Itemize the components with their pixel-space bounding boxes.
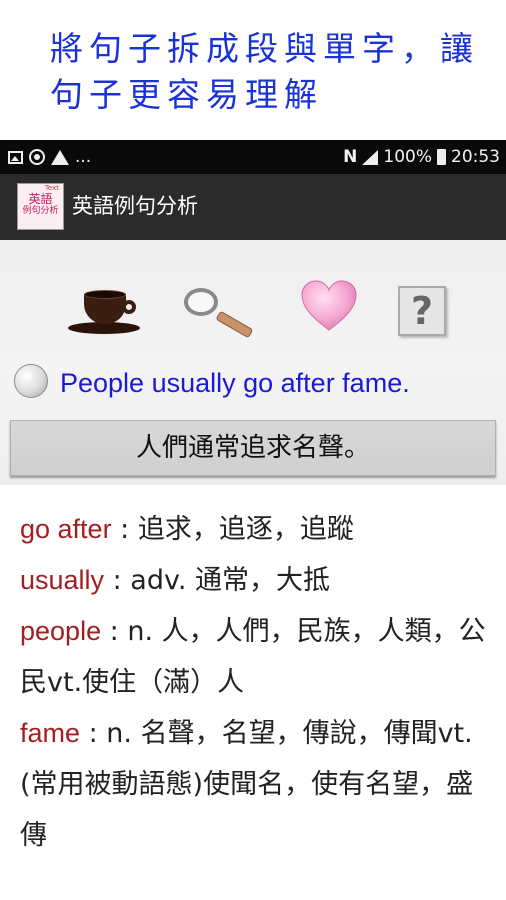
translation-button[interactable]: 人們通常追求名聲。 [10,420,496,476]
coffee-cup-icon[interactable] [66,280,146,350]
definition-meaning: : 追求，追逐，追蹤 [111,514,354,545]
logo-title: 英語 [28,192,53,206]
example-sentence[interactable]: People usually go after fame. [60,366,410,400]
help-box-shape: ? [398,286,446,336]
heart-icon[interactable] [296,280,360,344]
definition-item: usually : adv. 通常，大抵 [20,555,490,606]
definition-item: people : n. 人，人們，民族，人類，公民vt.使住（滿）人 [20,606,490,708]
sentence-radio-button[interactable] [14,364,48,398]
clock: 20:53 [451,147,500,167]
sentence-panel: ? People usually go after fame. 人們通常追求名聲… [0,240,506,485]
status-bar: ... N 100% 20:53 [0,140,506,174]
magnifier-icon[interactable] [180,280,260,350]
definition-word[interactable]: usually [20,565,104,595]
promo-banner: 將句子拆成段與單字，讓句子更容易理解 [0,0,506,140]
nfc-icon: N [343,147,358,167]
promo-caption: 將句子拆成段與單字，讓句子更容易理解 [50,29,479,114]
definition-meaning: : adv. 通常，大抵 [104,565,331,596]
definition-word[interactable]: people [20,616,101,646]
status-right: N 100% 20:53 [343,147,500,167]
warning-icon [51,149,69,165]
app-bar: Text 英語 例句分析 英語例句分析 [0,174,506,240]
image-icon [8,150,23,164]
cup-handle-shape [122,300,136,314]
definition-word[interactable]: fame [20,718,80,748]
app-logo: Text 英語 例句分析 [17,183,64,230]
app-title: 英語例句分析 [72,194,198,218]
main-content: ? People usually go after fame. 人們通常追求名聲… [0,240,506,900]
definition-meaning: : n. 名聲，名望，傳說，傳聞vt.(常用被動語態)使聞名，使有名望，盛傳 [20,718,474,851]
battery-percent: 100% [383,147,432,167]
help-icon[interactable]: ? [396,280,476,350]
definition-word[interactable]: go after [20,514,112,544]
signal-icon [362,149,379,165]
logo-subtitle: 例句分析 [22,206,59,216]
magnifier-handle-shape [215,310,254,339]
status-more-indicator: ... [75,147,92,167]
definition-list: go after : 追求，追逐，追蹤 usually : adv. 通常，大抵… [20,504,490,861]
definition-item: fame : n. 名聲，名望，傳說，傳聞vt.(常用被動語態)使聞名，使有名望… [20,708,490,861]
status-left: ... [8,147,91,167]
sync-icon [29,149,45,165]
definition-item: go after : 追求，追逐，追蹤 [20,504,490,555]
heart-shape [301,280,357,331]
magnifier-lens-shape [184,288,218,316]
cup-shape [84,290,126,324]
battery-icon [437,149,446,165]
